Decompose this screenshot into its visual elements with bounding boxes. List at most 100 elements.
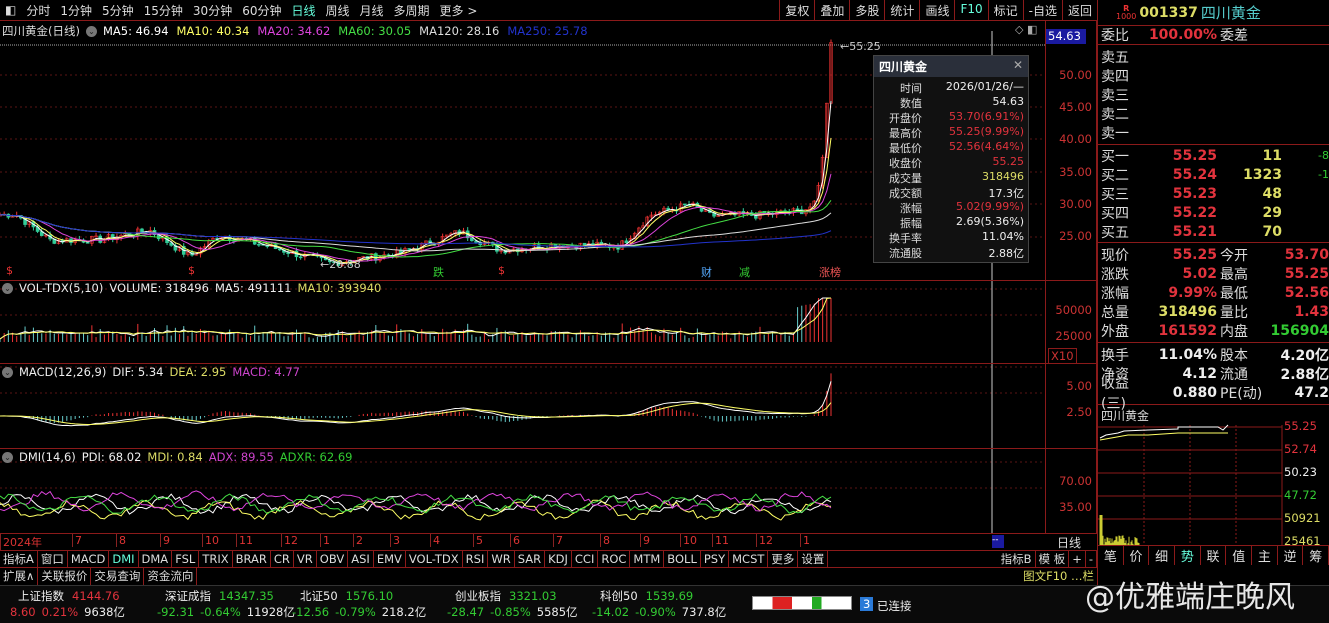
period-tab[interactable]: 1分钟 bbox=[55, 2, 97, 19]
period-tab[interactable]: 15分钟 bbox=[139, 2, 188, 19]
indicator-tab[interactable]: ROC bbox=[598, 551, 631, 567]
indicator-tab[interactable]: 设置 bbox=[798, 551, 829, 567]
fund-row: 换手 11.04% 股本 4.20亿 bbox=[1101, 346, 1329, 364]
toolbar-button[interactable]: 叠加 bbox=[814, 0, 849, 21]
mini-tab[interactable]: 细 bbox=[1149, 546, 1176, 565]
indicator-tab[interactable]: 窗口 bbox=[38, 551, 68, 567]
vol-header: ⌄ VOL-TDX(5,10) VOLUME: 318496 MA5: 491111… bbox=[2, 281, 381, 295]
event-marker[interactable]: 财 bbox=[700, 264, 713, 280]
indicator-tab[interactable]: PSY bbox=[701, 551, 730, 567]
indicator-tab[interactable]: VR bbox=[294, 551, 317, 567]
period-tab[interactable]: 更多 > bbox=[435, 2, 483, 19]
mini-axis-label: 55.25 bbox=[1284, 419, 1317, 433]
event-marker[interactable]: 减 bbox=[738, 264, 751, 280]
tooltip-row: 涨幅 5.02(9.99%) bbox=[900, 200, 1024, 215]
period-tab[interactable]: 30分钟 bbox=[188, 2, 237, 19]
period-tab[interactable]: 分时 bbox=[21, 2, 55, 19]
period-tab[interactable]: 月线 bbox=[355, 2, 389, 19]
ext-tab[interactable]: 交易查询 bbox=[91, 568, 145, 585]
mini-tab[interactable]: 笔 bbox=[1098, 546, 1124, 565]
index-ticker[interactable]: 创业板指 3321.03 bbox=[455, 588, 557, 604]
tooltip-row: 最低价 52.56(4.64%) bbox=[889, 140, 1024, 155]
ask-row: 卖二 bbox=[1101, 106, 1129, 123]
layout-icon[interactable]: ◧ bbox=[0, 3, 21, 17]
toolbar-button[interactable]: -自选 bbox=[1022, 0, 1062, 21]
indicator-tab[interactable]: BRAR bbox=[233, 551, 271, 567]
close-icon[interactable]: ✕ bbox=[1013, 58, 1023, 75]
indicator-tab[interactable]: EMV bbox=[374, 551, 406, 567]
ext-tab[interactable]: 资金流向 bbox=[144, 568, 198, 585]
ask-row: 卖四 bbox=[1101, 68, 1129, 85]
event-marker[interactable]: $ bbox=[187, 264, 196, 277]
date-tick: 10 bbox=[202, 534, 219, 547]
indicator-tab[interactable]: - bbox=[1086, 551, 1097, 567]
mini-tab[interactable]: 逆 bbox=[1278, 546, 1304, 565]
event-marker[interactable]: 涨榜 bbox=[818, 264, 842, 280]
indicator-tab[interactable]: BOLL bbox=[664, 551, 701, 567]
mini-tab[interactable]: 势 bbox=[1175, 546, 1201, 565]
tooltip-row: 振幅 2.69(5.36%) bbox=[900, 215, 1024, 230]
bid-row: 买四 55.22 29 bbox=[1101, 204, 1282, 222]
ext-tab[interactable]: 关联报价 bbox=[38, 568, 92, 585]
toolbar-button[interactable]: 标记 bbox=[987, 0, 1023, 21]
mini-tab[interactable]: 筹 bbox=[1303, 546, 1329, 565]
index-change: -28.47 -0.85% 5585亿 bbox=[447, 605, 578, 619]
index-change: -12.56 -0.79% 218.2亿 bbox=[292, 605, 427, 619]
toolbar-button[interactable]: 统计 bbox=[884, 0, 919, 21]
chevron-down-icon[interactable]: ⌄ bbox=[2, 366, 13, 378]
indicator-tab[interactable]: DMI bbox=[109, 551, 139, 567]
toolbar-button[interactable]: 多股 bbox=[849, 0, 884, 21]
index-ticker[interactable]: 上证指数 4144.76 bbox=[18, 588, 120, 604]
indicator-tab[interactable]: VOL-TDX bbox=[406, 551, 463, 567]
indicator-tab[interactable]: CCI bbox=[572, 551, 599, 567]
mini-intraday-chart[interactable]: 四川黄金 55.25 52.74 50.23 47.72 50921 25461 bbox=[1098, 405, 1329, 548]
ext-tab[interactable]: 扩展∧ bbox=[0, 568, 39, 585]
indicator-tab[interactable]: CR bbox=[271, 551, 294, 567]
period-tab[interactable]: 5分钟 bbox=[97, 2, 139, 19]
indicator-tab[interactable]: MCST bbox=[729, 551, 769, 567]
indicator-tab[interactable]: FSL bbox=[172, 551, 200, 567]
period-tab[interactable]: 60分钟 bbox=[237, 2, 286, 19]
ma-line bbox=[0, 173, 832, 262]
tooltip-row: 换手率 11.04% bbox=[889, 230, 1024, 245]
indicator-tab[interactable]: KDJ bbox=[545, 551, 572, 567]
toolbar-button[interactable]: 复权 bbox=[779, 0, 814, 21]
chevron-down-icon[interactable]: ⌄ bbox=[2, 451, 13, 463]
dmi-line bbox=[0, 499, 832, 521]
indicator-tab[interactable]: RSI bbox=[463, 551, 489, 567]
indicator-tab[interactable]: + bbox=[1069, 551, 1086, 567]
index-ticker[interactable]: 北证50 1576.10 bbox=[300, 588, 393, 604]
date-tick: 12 bbox=[281, 534, 298, 547]
candle-body bbox=[85, 242, 90, 244]
mini-tab[interactable]: 主 bbox=[1252, 546, 1278, 565]
indicator-tab[interactable]: MACD bbox=[68, 551, 110, 567]
indicator-tab[interactable]: 模 板 bbox=[1036, 551, 1070, 567]
period-tab[interactable]: 多周期 bbox=[389, 2, 435, 19]
event-marker[interactable]: 跌 bbox=[432, 264, 445, 280]
indicator-tab[interactable]: 指标B bbox=[998, 551, 1036, 567]
indicator-tab[interactable]: SAR bbox=[515, 551, 546, 567]
toolbar-button[interactable]: F10 bbox=[954, 0, 987, 21]
indicator-tab[interactable]: OBV bbox=[317, 551, 349, 567]
indicator-tab[interactable]: TRIX bbox=[199, 551, 233, 567]
indicator-tab[interactable]: 更多 bbox=[768, 551, 799, 567]
period-tab[interactable]: 周线 bbox=[321, 2, 355, 19]
index-ticker[interactable]: 深证成指 14347.35 bbox=[165, 588, 274, 604]
toolbar-button[interactable]: 画线 bbox=[919, 0, 954, 21]
toolbar-button[interactable]: 返回 bbox=[1061, 0, 1097, 21]
indicator-tab[interactable]: DMA bbox=[139, 551, 173, 567]
mini-tab[interactable]: 值 bbox=[1226, 546, 1253, 565]
index-ticker[interactable]: 科创50 1539.69 bbox=[600, 588, 693, 604]
event-marker[interactable]: $ bbox=[497, 264, 506, 277]
mini-tab[interactable]: 价 bbox=[1124, 546, 1150, 565]
date-tick: 7 bbox=[553, 534, 563, 547]
indicator-tab[interactable]: ASI bbox=[348, 551, 374, 567]
chevron-down-icon[interactable]: ⌄ bbox=[2, 282, 13, 294]
event-marker[interactable]: $ bbox=[5, 264, 14, 277]
status-bar: 上证指数 4144.76 8.60 0.21% 9638亿 深证成指 14347.35 -92… bbox=[0, 580, 1329, 623]
period-tab[interactable]: 日线 bbox=[286, 2, 320, 19]
indicator-tab[interactable]: WR bbox=[488, 551, 515, 567]
indicator-tab[interactable]: 指标A bbox=[0, 551, 38, 567]
indicator-tab[interactable]: MTM bbox=[630, 551, 665, 567]
mini-tab[interactable]: 联 bbox=[1201, 546, 1227, 565]
